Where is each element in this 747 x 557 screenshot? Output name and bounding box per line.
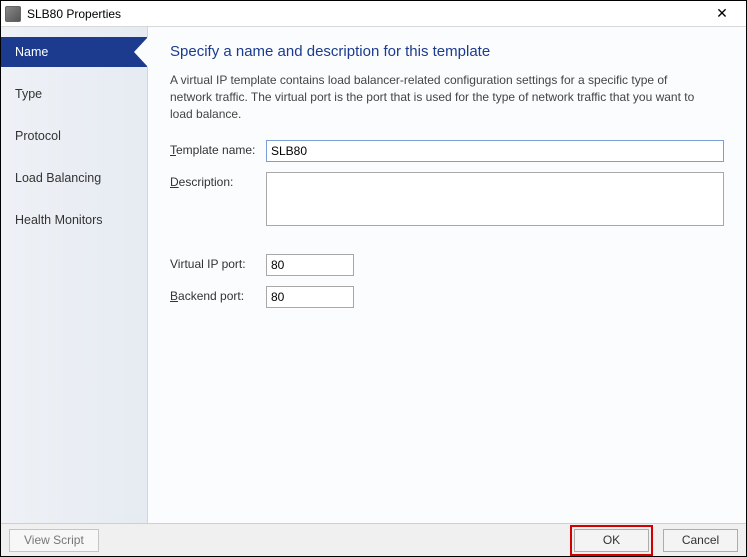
- bottom-bar: View Script OK Cancel: [1, 523, 746, 556]
- virtual-ip-port-label: Virtual IP port:: [170, 254, 266, 271]
- template-name-input[interactable]: [266, 140, 724, 162]
- sidebar-item-health-monitors[interactable]: Health Monitors: [1, 205, 147, 235]
- ok-button[interactable]: OK: [574, 529, 649, 552]
- row-template-name: Template name:: [170, 140, 724, 162]
- sidebar-item-load-balancing[interactable]: Load Balancing: [1, 163, 147, 193]
- cancel-button[interactable]: Cancel: [663, 529, 738, 552]
- sidebar-item-type[interactable]: Type: [1, 79, 147, 109]
- app-icon: [5, 6, 21, 22]
- sidebar-item-name[interactable]: Name: [1, 37, 147, 67]
- page-intro: A virtual IP template contains load bala…: [170, 72, 710, 122]
- title-bar: SLB80 Properties ✕: [1, 1, 746, 27]
- description-input[interactable]: [266, 172, 724, 226]
- backend-port-input[interactable]: [266, 286, 354, 308]
- backend-port-label: Backend port:: [170, 286, 266, 303]
- row-backend-port: Backend port:: [170, 286, 724, 308]
- window-title: SLB80 Properties: [27, 7, 702, 21]
- row-virtual-ip-port: Virtual IP port:: [170, 254, 724, 276]
- content-panel: Specify a name and description for this …: [148, 27, 746, 523]
- virtual-ip-port-input[interactable]: [266, 254, 354, 276]
- row-description: Description:: [170, 172, 724, 226]
- sidebar: Name Type Protocol Load Balancing Health…: [1, 27, 148, 523]
- sidebar-item-protocol[interactable]: Protocol: [1, 121, 147, 151]
- template-name-label: Template name:: [170, 140, 266, 157]
- description-label: Description:: [170, 172, 266, 189]
- view-script-button[interactable]: View Script: [9, 529, 99, 552]
- page-heading: Specify a name and description for this …: [170, 43, 724, 60]
- ok-highlight: OK: [570, 525, 653, 556]
- main-area: Name Type Protocol Load Balancing Health…: [1, 27, 746, 523]
- close-icon[interactable]: ✕: [702, 1, 742, 27]
